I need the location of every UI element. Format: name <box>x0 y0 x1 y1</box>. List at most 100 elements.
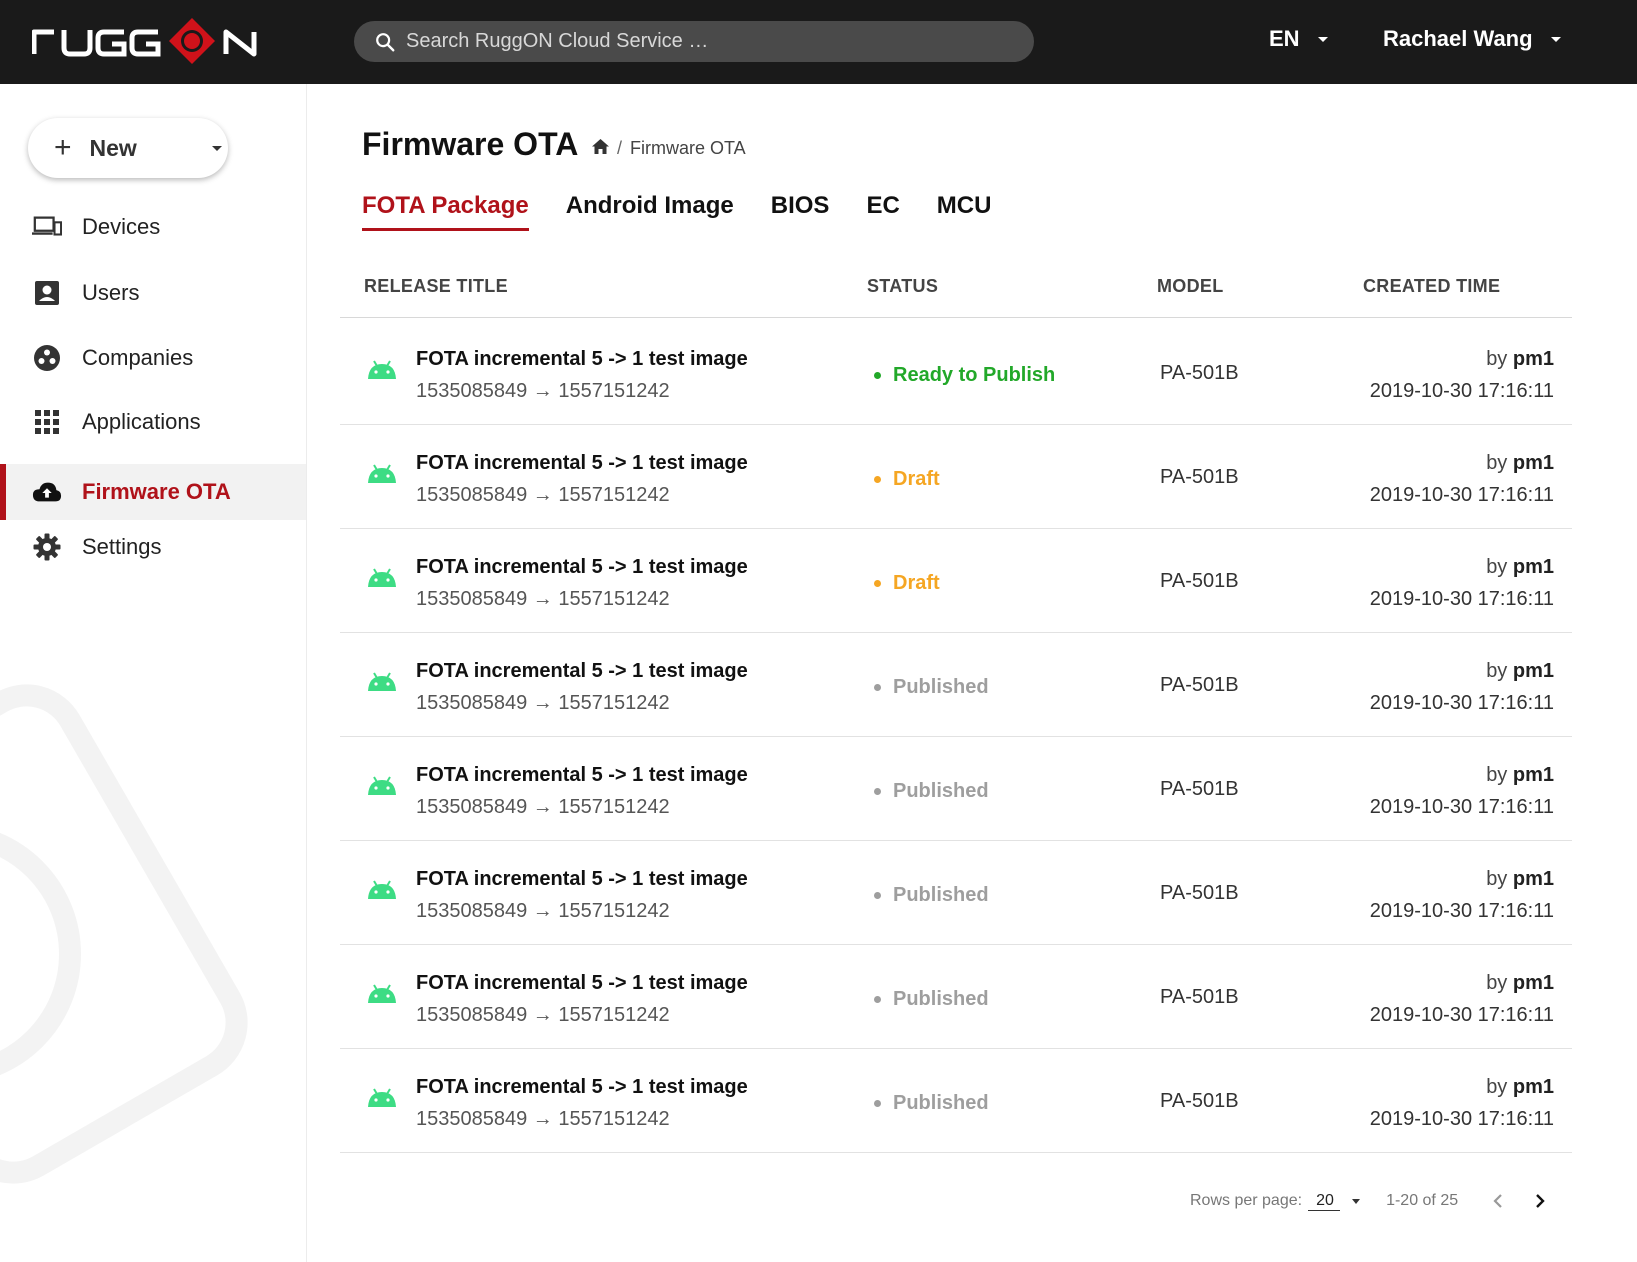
language-selector[interactable]: EN <box>1269 26 1328 52</box>
created-time: 2019-10-30 17:16:11 <box>1369 900 1554 922</box>
table-header: RELEASE TITLE STATUS MODEL CREATED TIME <box>340 262 1572 318</box>
sidebar-item-settings[interactable]: Settings <box>0 519 306 575</box>
tab-mcu[interactable]: MCU <box>937 192 992 231</box>
column-header-created-time[interactable]: CREATED TIME <box>1363 276 1500 297</box>
status-dot <box>874 788 881 795</box>
table-row[interactable]: FOTA incremental 5 -> 1 test image 153508… <box>340 1048 1572 1153</box>
breadcrumb-separator: / <box>617 138 623 158</box>
status-dot <box>874 1100 881 1107</box>
release-title[interactable]: FOTA incremental 5 -> 1 test image <box>416 1076 748 1099</box>
new-button-label: New <box>89 134 137 161</box>
android-icon <box>368 672 396 691</box>
android-icon <box>368 1088 396 1107</box>
status-badge: Published <box>874 676 989 699</box>
release-title[interactable]: FOTA incremental 5 -> 1 test image <box>416 972 748 995</box>
created-by-prefix: by <box>1486 972 1508 994</box>
page-title: Firmware OTA <box>362 126 579 162</box>
grid-icon <box>32 407 62 437</box>
table-row[interactable]: FOTA incremental 5 -> 1 test image 153508… <box>340 944 1572 1049</box>
column-header-status[interactable]: STATUS <box>867 276 938 297</box>
release-versions: 1535085849 → 1557151242 <box>416 796 670 818</box>
language-label: EN <box>1269 26 1300 51</box>
status-label: Published <box>893 884 989 906</box>
tab-ec[interactable]: EC <box>866 192 899 231</box>
companies-icon <box>32 343 62 373</box>
release-title[interactable]: FOTA incremental 5 -> 1 test image <box>416 556 748 579</box>
tab-android-image[interactable]: Android Image <box>566 192 734 231</box>
breadcrumb: / Firmware OTA <box>592 138 746 159</box>
column-header-model[interactable]: MODEL <box>1157 276 1224 297</box>
model-value: PA-501B <box>1160 570 1239 592</box>
status-label: Published <box>893 988 989 1010</box>
column-header-release-title[interactable]: RELEASE TITLE <box>364 276 508 297</box>
sidebar-item-users[interactable]: Users <box>0 265 306 321</box>
home-icon[interactable] <box>592 138 609 159</box>
created-by: by pm1 <box>1486 348 1554 371</box>
created-by: by pm1 <box>1486 452 1554 475</box>
release-title[interactable]: FOTA incremental 5 -> 1 test image <box>416 660 748 683</box>
created-time: 2019-10-30 17:16:11 <box>1369 484 1554 506</box>
user-badge-icon <box>32 278 62 308</box>
release-title[interactable]: FOTA incremental 5 -> 1 test image <box>416 868 748 891</box>
top-bar: EN Rachael Wang <box>0 0 1637 84</box>
created-by-prefix: by <box>1486 764 1508 786</box>
table-row[interactable]: FOTA incremental 5 -> 1 test image 153508… <box>340 840 1572 945</box>
status-dot <box>874 372 881 379</box>
rows-per-page-label: Rows per page: <box>1190 1192 1303 1209</box>
created-by-user: pm1 <box>1512 348 1554 370</box>
chevron-down-icon <box>212 146 222 151</box>
created-time: 2019-10-30 17:16:11 <box>1369 588 1554 610</box>
status-badge: Draft <box>874 468 940 491</box>
status-badge: Published <box>874 780 989 803</box>
devices-icon <box>32 212 62 242</box>
user-menu[interactable]: Rachael Wang <box>1383 26 1561 52</box>
android-icon <box>368 776 396 795</box>
status-badge: Published <box>874 1092 989 1115</box>
table-row[interactable]: FOTA incremental 5 -> 1 test image 153508… <box>340 320 1572 425</box>
sidebar-item-firmware-ota[interactable]: Firmware OTA <box>0 464 306 520</box>
sidebar-item-applications[interactable]: Applications <box>0 394 306 450</box>
status-badge: Draft <box>874 572 940 595</box>
model-value: PA-501B <box>1160 362 1239 384</box>
android-icon <box>368 880 396 899</box>
status-dot <box>874 892 881 899</box>
rows-per-page-select[interactable]: 20 <box>1308 1192 1341 1211</box>
table-row[interactable]: FOTA incremental 5 -> 1 test image 153508… <box>340 424 1572 529</box>
table-row[interactable]: FOTA incremental 5 -> 1 test image 153508… <box>340 632 1572 737</box>
chevron-right-icon[interactable] <box>1532 1193 1548 1209</box>
tab-bios[interactable]: BIOS <box>771 192 830 231</box>
table-row[interactable]: FOTA incremental 5 -> 1 test image 153508… <box>340 736 1572 841</box>
search-input[interactable] <box>406 30 1006 53</box>
chevron-down-icon <box>1550 36 1561 42</box>
ruggon-logo[interactable] <box>32 18 277 64</box>
pagination-range: 1-20 of 25 <box>1386 1192 1459 1209</box>
created-by-prefix: by <box>1486 660 1508 682</box>
search-icon <box>376 32 395 51</box>
android-icon <box>368 984 396 1003</box>
release-versions: 1535085849 → 1557151242 <box>416 692 670 714</box>
model-value: PA-501B <box>1160 778 1239 800</box>
release-title[interactable]: FOTA incremental 5 -> 1 test image <box>416 452 748 475</box>
release-title[interactable]: FOTA incremental 5 -> 1 test image <box>416 764 748 787</box>
created-time: 2019-10-30 17:16:11 <box>1369 796 1554 818</box>
model-value: PA-501B <box>1160 1090 1239 1112</box>
android-icon <box>368 568 396 587</box>
chevron-left-icon[interactable] <box>1490 1193 1506 1209</box>
search-bar[interactable] <box>354 21 1034 62</box>
sidebar-item-devices[interactable]: Devices <box>0 199 306 255</box>
tab-fota-package[interactable]: FOTA Package <box>362 192 529 231</box>
sidebar-item-companies[interactable]: Companies <box>0 330 306 386</box>
model-value: PA-501B <box>1160 466 1239 488</box>
status-dot <box>874 476 881 483</box>
release-title[interactable]: FOTA incremental 5 -> 1 test image <box>416 348 748 371</box>
model-value: PA-501B <box>1160 882 1239 904</box>
table-row[interactable]: FOTA incremental 5 -> 1 test image 153508… <box>340 528 1572 633</box>
created-by: by pm1 <box>1486 556 1554 579</box>
status-dot <box>874 684 881 691</box>
status-label: Published <box>893 676 989 698</box>
created-by-prefix: by <box>1486 556 1508 578</box>
chevron-down-icon[interactable] <box>1352 1198 1361 1204</box>
release-versions: 1535085849 → 1557151242 <box>416 588 670 610</box>
new-button[interactable]: + New <box>28 118 228 178</box>
status-badge: Published <box>874 988 989 1011</box>
